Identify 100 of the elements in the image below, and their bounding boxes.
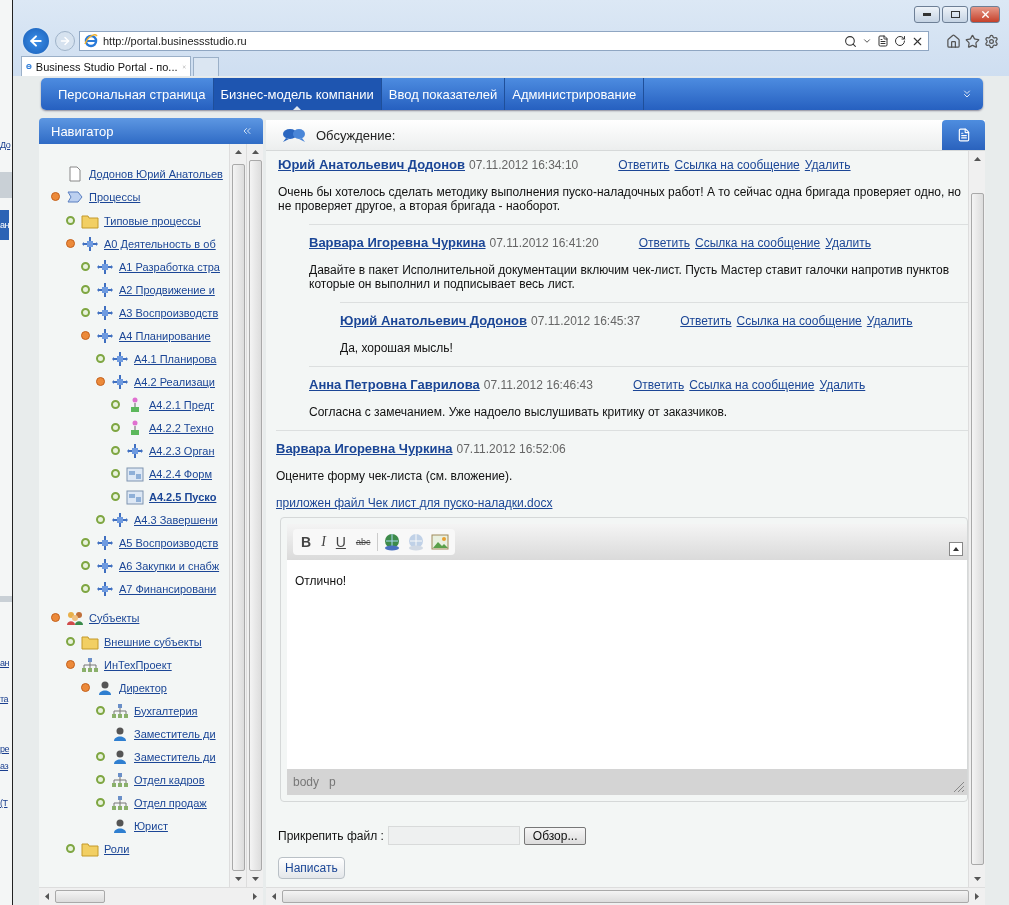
scroll-thumb[interactable]: [282, 890, 969, 903]
tree-item[interactable]: Заместитель ди: [134, 727, 216, 740]
expand-button[interactable]: [111, 446, 120, 455]
expand-button[interactable]: [96, 798, 105, 807]
message-action-link[interactable]: Ссылка на сообщение: [689, 378, 815, 392]
message-action-link[interactable]: Удалить: [866, 314, 913, 328]
message-action-link[interactable]: Ссылка на сообщение: [736, 314, 862, 328]
expand-button[interactable]: [81, 538, 90, 547]
expand-button[interactable]: [96, 775, 105, 784]
expand-button[interactable]: [96, 752, 105, 761]
star-icon[interactable]: [965, 33, 980, 49]
collapse-button[interactable]: [81, 331, 90, 340]
tree-item[interactable]: Отдел продаж: [134, 796, 207, 809]
scroll-thumb[interactable]: [248, 160, 262, 871]
tree-item[interactable]: А4.2.2 Техно: [149, 421, 214, 434]
right-arrow-icon[interactable]: [253, 893, 257, 900]
collapse-button[interactable]: [51, 613, 60, 622]
message-action-link[interactable]: Удалить: [825, 236, 872, 250]
left-arrow-icon[interactable]: [45, 893, 49, 900]
address-field[interactable]: http://portal.businessstudio.ru: [79, 31, 929, 51]
dropdown-icon[interactable]: [862, 36, 872, 46]
new-tab-button[interactable]: [193, 57, 219, 76]
tree-item[interactable]: Директор: [119, 681, 167, 694]
expand-button[interactable]: [81, 285, 90, 294]
down-arrow-icon[interactable]: [251, 877, 259, 881]
message-action-link[interactable]: Ответить: [638, 236, 690, 250]
expand-button[interactable]: [66, 637, 75, 646]
message-action-link[interactable]: Ответить: [632, 378, 685, 392]
submit-button[interactable]: Написать: [278, 857, 345, 879]
tree-item[interactable]: Юрист: [134, 819, 168, 832]
format-button[interactable]: U: [332, 532, 349, 552]
tree-item[interactable]: А1 Разработка стра: [119, 260, 220, 273]
expand-button[interactable]: [66, 216, 75, 225]
tree-item[interactable]: Внешние субъекты: [104, 635, 202, 648]
expand-button[interactable]: [81, 262, 90, 271]
author-link[interactable]: Юрий Анатольевич Додонов: [340, 313, 527, 328]
document-tab[interactable]: [942, 120, 985, 150]
expand-button[interactable]: [111, 492, 120, 501]
down-arrow-icon[interactable]: [973, 877, 981, 881]
collapse-button[interactable]: [66, 239, 75, 248]
expand-button[interactable]: [111, 469, 120, 478]
scrollbar[interactable]: [246, 144, 263, 887]
author-link[interactable]: Юрий Анатольевич Додонов: [278, 157, 465, 172]
home-icon[interactable]: [946, 33, 961, 49]
message-action-link[interactable]: Удалить: [804, 158, 851, 172]
collapse-button[interactable]: [66, 660, 75, 669]
up-arrow-icon[interactable]: [973, 157, 981, 161]
tree-item[interactable]: А4.1 Планирова: [134, 352, 217, 365]
refresh-icon[interactable]: [894, 35, 906, 47]
expand-button[interactable]: [96, 354, 105, 363]
expand-button[interactable]: [81, 584, 90, 593]
format-button[interactable]: B: [298, 532, 315, 552]
expand-button[interactable]: [96, 706, 105, 715]
tree-item[interactable]: А3 Воспроизводств: [119, 306, 219, 319]
tree-item[interactable]: Додонов Юрий Анатольев: [89, 167, 223, 180]
collapse-button[interactable]: [81, 683, 90, 692]
menu-item[interactable]: Персональная страница: [51, 78, 214, 110]
tree-item[interactable]: Заместитель ди: [134, 750, 216, 763]
left-arrow-icon[interactable]: [272, 893, 276, 900]
tree-item[interactable]: А4.2.3 Орган: [149, 444, 215, 457]
tree-item[interactable]: Субъекты: [89, 611, 140, 624]
attachment-link[interactable]: приложен файл Чек лист для пуско-наладки.docx: [276, 496, 553, 510]
tree-item[interactable]: А4.3 Завершени: [134, 513, 218, 526]
format-button[interactable]: abc: [352, 532, 374, 552]
scrollbar[interactable]: [39, 887, 263, 905]
tree-item[interactable]: ИнТехПроект: [104, 658, 172, 671]
tree-item[interactable]: А7 Финансировани: [119, 582, 217, 595]
resize-grip-icon[interactable]: [953, 781, 965, 793]
collapse-toolbar-button[interactable]: [949, 542, 963, 556]
search-icon[interactable]: [844, 34, 857, 48]
tree-item[interactable]: А4.2.4 Форм: [149, 467, 213, 480]
author-link[interactable]: Варвара Игоревна Чуркина: [276, 441, 453, 456]
back-button[interactable]: [21, 26, 51, 56]
tree-item[interactable]: А4 Планирование: [119, 329, 211, 342]
maximize-button[interactable]: [942, 6, 968, 23]
tree-item[interactable]: А4.2 Реализаци: [134, 375, 215, 388]
scroll-thumb[interactable]: [55, 890, 105, 903]
scroll-thumb[interactable]: [231, 164, 245, 871]
collapse-button[interactable]: [51, 192, 60, 201]
tree-item[interactable]: Типовые процессы: [104, 214, 201, 227]
image-icon[interactable]: [430, 532, 451, 552]
message-action-link[interactable]: Ссылка на сообщение: [674, 158, 800, 172]
menu-item[interactable]: Бизнес-модель компании: [213, 78, 382, 110]
scrollbar[interactable]: [968, 151, 985, 887]
menu-item[interactable]: Администрирование: [505, 78, 645, 110]
tree-item[interactable]: Бухгалтерия: [134, 704, 198, 717]
tree-item[interactable]: Процессы: [89, 190, 141, 203]
author-link[interactable]: Варвара Игоревна Чуркина: [309, 235, 486, 250]
forward-button[interactable]: [55, 31, 75, 51]
scroll-thumb[interactable]: [970, 193, 984, 865]
expand-button[interactable]: [96, 515, 105, 524]
expand-button[interactable]: [81, 561, 90, 570]
message-action-link[interactable]: Ответить: [618, 158, 670, 172]
file-field[interactable]: [387, 826, 520, 845]
message-action-link[interactable]: Ссылка на сообщение: [695, 236, 821, 250]
tree-item[interactable]: Роли: [104, 842, 130, 855]
settings-icon[interactable]: [984, 33, 999, 49]
message-action-link[interactable]: Удалить: [819, 378, 866, 392]
up-arrow-icon[interactable]: [251, 150, 259, 154]
tree-item[interactable]: А2 Продвижение и: [119, 283, 215, 296]
